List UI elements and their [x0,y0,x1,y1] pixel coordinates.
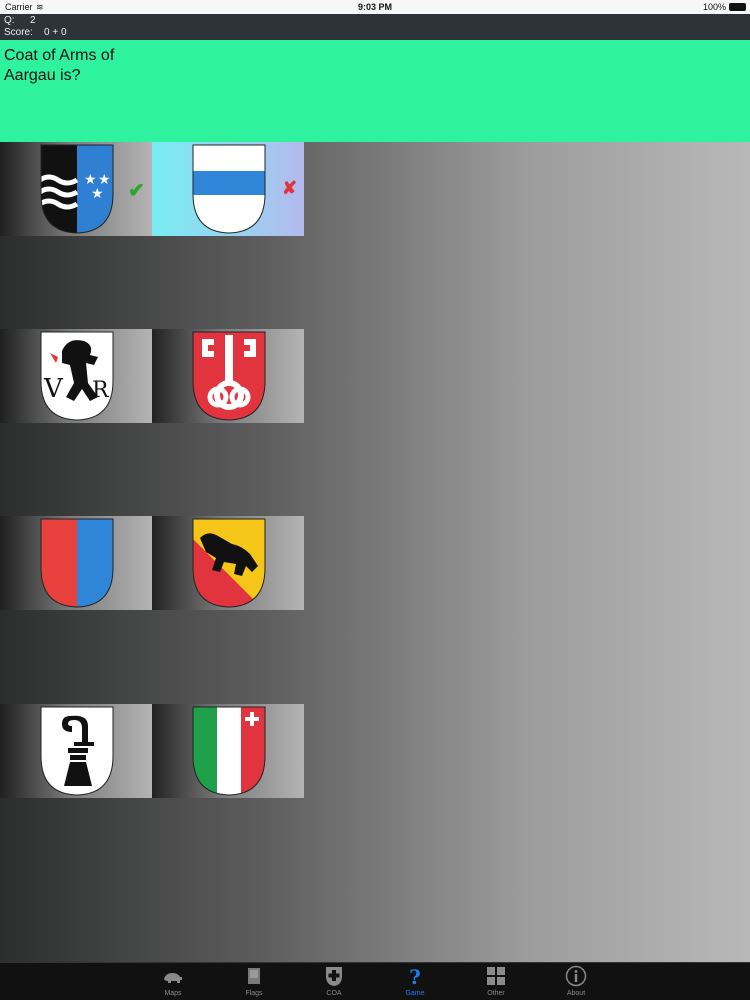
tab-maps[interactable]: Maps [133,965,213,997]
status-bar: Carrier ≋ 9:03 PM 100% [0,0,750,14]
nidwalden-coat-of-arms [192,331,266,421]
tab-game[interactable]: ? Game [375,965,455,997]
question-number-value: 2 [30,15,36,26]
bern-coat-of-arms [192,518,266,608]
basel-landschaft-coat-of-arms [40,706,114,796]
score-label: Score: [4,27,33,38]
score-value: 0 + 0 [44,27,67,38]
correct-check-icon: ✔ [128,180,145,202]
tab-maps-label: Maps [164,990,182,997]
tab-bar: Maps Flags COA ? Game Other About [0,962,750,1000]
answer-tile-nidwalden[interactable] [152,329,304,423]
tab-coa[interactable]: COA [294,965,374,997]
answer-tile-ticino[interactable] [0,516,152,610]
question-panel: Coat of Arms of Aargau is? [0,40,750,142]
svg-text:?: ? [409,965,421,987]
tab-game-label: Game [405,990,425,997]
shield-cross-icon [326,967,342,986]
answer-tile-aargau[interactable]: ★ ★ ★ ✔ [0,142,152,236]
tab-coa-label: COA [326,990,342,997]
svg-text:R: R [92,378,110,403]
tab-other-label: Other [487,990,505,997]
svg-text:★: ★ [91,186,104,202]
aargau-coat-of-arms: ★ ★ ★ [40,144,114,234]
tab-about[interactable]: About [536,965,616,997]
wrong-cross-icon: ✘ [282,178,298,198]
bear-icon [164,973,182,983]
ticino-coat-of-arms [40,518,114,608]
answer-tile-zug[interactable]: ✘ [152,142,304,236]
flag-icon [248,968,260,984]
answer-tile-appenzell-ausserrhoden[interactable]: V R [0,329,152,423]
grid-icon [487,967,505,985]
appenzell-ausserrhoden-coat-of-arms: V R [40,331,114,421]
zug-coat-of-arms [192,144,266,234]
neuchatel-coat-of-arms [192,706,266,796]
tab-flags-label: Flags [245,990,263,997]
question-text: Coat of Arms of Aargau is? [4,47,115,84]
question-icon: ? [409,965,421,987]
answer-tile-neuchatel[interactable] [152,704,304,798]
battery-percent: 100% [702,2,726,12]
answer-tile-basel-landschaft[interactable] [0,704,152,798]
tab-flags[interactable]: Flags [214,965,294,997]
question-number-label: Q: [4,15,15,26]
tab-about-label: About [566,990,586,997]
battery-icon [729,3,746,11]
clock: 9:03 PM [357,2,392,12]
answer-tile-bern[interactable] [152,516,304,610]
game-info-bar: Q: 2 Score: 0 + 0 [0,14,750,40]
svg-text:V: V [43,374,64,404]
info-icon [565,965,587,987]
tab-other[interactable]: Other [456,965,536,997]
